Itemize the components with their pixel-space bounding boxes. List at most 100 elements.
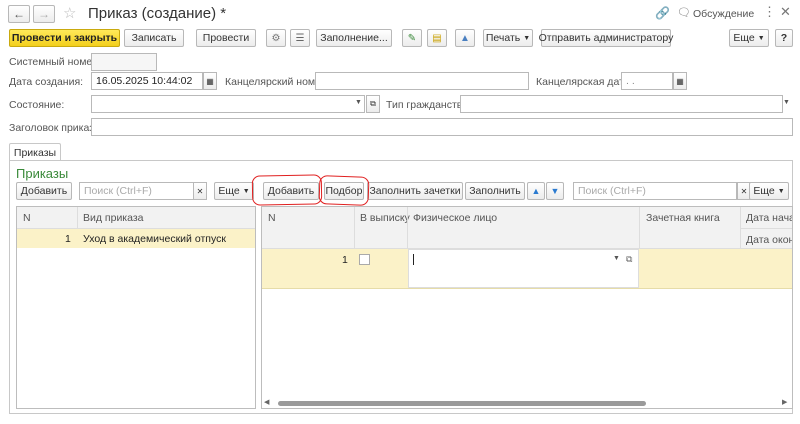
chevron-down-icon: ▼ — [242, 187, 250, 195]
link-icon[interactable]: 🔗 — [655, 6, 670, 20]
move-up-button[interactable]: ▲ — [527, 182, 545, 200]
right-col-record-book: Зачетная книга — [646, 212, 720, 224]
person-dropdown-icon[interactable]: ▼ — [613, 255, 620, 262]
page-title: Приказ (создание) * — [88, 5, 227, 22]
text-cursor — [413, 254, 414, 265]
send-admin-button[interactable]: Отправить администратору — [539, 29, 673, 47]
left-col-kind: Вид приказа — [83, 212, 144, 224]
arrow-down-icon: ▼ — [550, 186, 560, 196]
system-number-field[interactable] — [91, 53, 157, 71]
edit-button[interactable]: ✎ — [402, 29, 422, 47]
help-icon: ? — [780, 32, 788, 44]
left-row-n: 1 — [65, 233, 71, 245]
save-button[interactable]: Записать — [124, 29, 184, 47]
right-search-input[interactable]: Поиск (Ctrl+F) — [573, 182, 737, 200]
left-search-input[interactable]: Поиск (Ctrl+F) — [79, 182, 194, 200]
clear-icon: ✕ — [740, 186, 748, 196]
fill-records-button[interactable]: Заполнить зачетки — [367, 182, 463, 200]
right-add-button[interactable]: Добавить — [263, 182, 319, 200]
left-row-kind: Уход в академический отпуск — [83, 233, 226, 245]
scrollbar-thumb[interactable] — [278, 401, 646, 406]
image-button[interactable]: ▲ — [455, 29, 475, 47]
calendar-icon: ▦ — [206, 76, 214, 86]
select-button[interactable]: Подбор — [324, 182, 364, 200]
discussion-icon[interactable]: 🗨 — [677, 6, 691, 19]
database-button[interactable]: ▤ — [427, 29, 447, 47]
right-col-extract: В выписку — [360, 212, 410, 224]
right-col-subdivider — [740, 228, 792, 229]
move-down-button[interactable]: ▼ — [546, 182, 564, 200]
tab-orders[interactable]: Приказы — [9, 143, 61, 161]
document-icon: ☰ — [295, 32, 305, 44]
right-col-start-date: Дата нача — [746, 212, 793, 224]
report-button[interactable]: ☰ — [290, 29, 310, 47]
state-field[interactable] — [91, 95, 365, 113]
left-search-placeholder: Поиск (Ctrl+F) — [84, 185, 152, 197]
clear-icon: ✕ — [196, 186, 204, 196]
office-calendar-button[interactable]: ▦ — [673, 72, 687, 90]
right-more-label: Еще — [753, 185, 775, 197]
right-col-end-date: Дата окон — [746, 234, 793, 246]
person-input-cell[interactable]: ▼ ⧉ — [408, 249, 639, 288]
back-button[interactable]: ← — [8, 5, 30, 23]
open-icon: ⧉ — [370, 99, 376, 108]
right-more-button[interactable]: Еще ▼ — [749, 182, 789, 200]
in-extract-checkbox[interactable] — [359, 254, 370, 265]
person-open-icon[interactable]: ⧉ — [626, 254, 632, 265]
calendar-button[interactable]: ▦ — [203, 72, 217, 90]
citizenship-dropdown-icon[interactable]: ▼ — [783, 99, 790, 106]
fill-right-button[interactable]: Заполнить — [465, 182, 525, 200]
close-icon[interactable]: ✕ — [780, 4, 791, 20]
calendar-icon: ▦ — [676, 76, 684, 86]
left-more-label: Еще — [218, 185, 240, 197]
left-search-clear-button[interactable]: ✕ — [193, 182, 207, 200]
menu-dots-icon[interactable]: ⋮ — [763, 4, 776, 20]
table-row[interactable]: 1 Уход в академический отпуск — [17, 229, 255, 248]
left-col-n: N — [23, 212, 31, 224]
state-open-button[interactable]: ⧉ — [366, 95, 380, 113]
system-number-label: Системный номер: — [9, 56, 102, 68]
header-field[interactable] — [91, 118, 793, 136]
forward-button[interactable]: → — [33, 5, 55, 23]
post-button[interactable]: Провести — [196, 29, 256, 47]
left-col-divider — [77, 207, 78, 229]
office-date-field[interactable]: . . — [621, 72, 673, 90]
help-button[interactable]: ? — [775, 29, 793, 47]
structure-icon: ⚙ — [271, 32, 281, 44]
state-dropdown-icon[interactable]: ▼ — [355, 99, 362, 106]
print-button[interactable]: Печать ▼ — [483, 29, 533, 47]
left-add-button[interactable]: Добавить — [16, 182, 72, 200]
post-and-close-button[interactable]: Провести и закрыть — [9, 29, 120, 47]
chevron-down-icon: ▼ — [523, 34, 531, 42]
office-number-field[interactable] — [315, 72, 529, 90]
right-search-placeholder: Поиск (Ctrl+F) — [578, 185, 646, 197]
horizontal-scrollbar[interactable]: ◀ ▶ — [264, 398, 790, 408]
tab-orders-label: Приказы — [13, 146, 57, 159]
state-label: Состояние: — [9, 99, 65, 111]
structure-button[interactable]: ⚙ — [266, 29, 286, 47]
chevron-down-icon: ▼ — [757, 34, 765, 42]
fill-button[interactable]: Заполнение... — [316, 29, 392, 47]
scroll-left-icon[interactable]: ◀ — [264, 398, 269, 406]
discussion-label[interactable]: Обсуждение — [693, 8, 754, 20]
database-icon: ▤ — [432, 32, 442, 44]
arrow-left-icon: ← — [13, 7, 25, 21]
picture-icon: ▲ — [460, 32, 470, 44]
header-label: Заголовок приказа: — [9, 122, 103, 134]
section-title: Приказы — [16, 166, 69, 181]
favorite-star-icon[interactable]: ☆ — [63, 4, 76, 22]
left-table: N Вид приказа 1 Уход в академический отп… — [16, 206, 256, 409]
right-col-n: N — [268, 212, 276, 224]
left-more-button[interactable]: Еще ▼ — [214, 182, 254, 200]
created-label: Дата создания: — [9, 76, 84, 88]
right-row-n: 1 — [342, 254, 348, 266]
office-date-label: Канцелярская дата: — [536, 76, 633, 88]
more-label: Еще — [733, 32, 755, 44]
scroll-right-icon[interactable]: ▶ — [782, 398, 787, 406]
created-date-field[interactable]: 16.05.2025 10:44:02 — [91, 72, 203, 90]
citizenship-field[interactable] — [460, 95, 783, 113]
pencil-icon: ✎ — [407, 32, 417, 44]
table-row[interactable]: 1 ▼ ⧉ — [262, 249, 792, 289]
more-button[interactable]: Еще ▼ — [729, 29, 769, 47]
right-col-person: Физическое лицо — [413, 212, 498, 224]
